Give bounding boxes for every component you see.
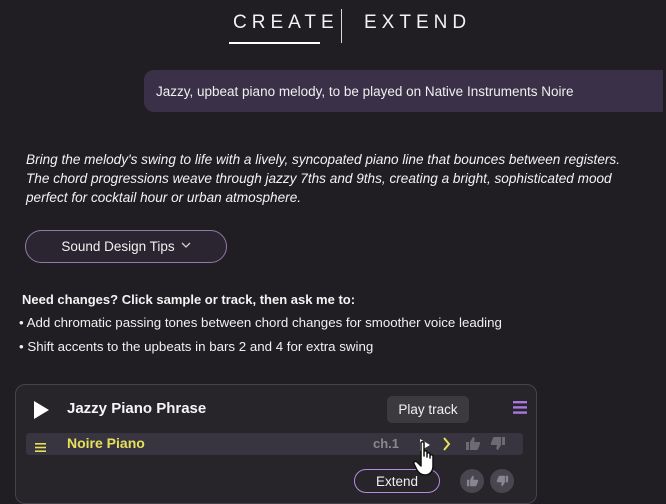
track-menu-icon[interactable] bbox=[513, 401, 527, 419]
play-track-tooltip: Play track bbox=[387, 396, 469, 423]
user-prompt-bubble: Jazzy, upbeat piano melody, to be played… bbox=[144, 70, 663, 112]
track-card[interactable]: Jazzy Piano Phrase Play track Noire Pian… bbox=[15, 384, 537, 504]
mode-tabs: CREATE EXTEND bbox=[0, 0, 666, 50]
track-title: Jazzy Piano Phrase bbox=[67, 400, 207, 417]
hamburger-icon[interactable] bbox=[35, 439, 46, 457]
tab-extend[interactable]: EXTEND bbox=[364, 12, 471, 34]
suggestion-item: • Shift accents to the upbeats in bars 2… bbox=[19, 339, 374, 354]
channel-label: ch.1 bbox=[373, 436, 400, 451]
thumbs-down-icon[interactable] bbox=[490, 436, 506, 456]
user-prompt-text: Jazzy, upbeat piano melody, to be played… bbox=[156, 83, 574, 99]
sound-design-tips-button[interactable]: Sound Design Tips bbox=[25, 230, 227, 263]
tab-create[interactable]: CREATE bbox=[233, 12, 339, 34]
suggestion-item: • Add chromatic passing tones between ch… bbox=[19, 315, 502, 330]
response-description: Bring the melody's swing to life with a … bbox=[26, 152, 620, 205]
chevron-right-icon[interactable] bbox=[442, 437, 451, 456]
active-tab-underline bbox=[229, 42, 320, 44]
chevron-down-icon bbox=[181, 241, 191, 252]
changes-heading: Need changes? Click sample or track, the… bbox=[22, 292, 356, 307]
sound-design-tips-label: Sound Design Tips bbox=[61, 239, 175, 254]
thumbs-up-icon[interactable] bbox=[460, 469, 484, 493]
instrument-name: Noire Piano bbox=[67, 435, 145, 451]
hand-cursor-icon bbox=[413, 440, 441, 483]
thumbs-up-icon[interactable] bbox=[465, 436, 481, 456]
thumbs-down-icon[interactable] bbox=[490, 469, 514, 493]
tab-divider bbox=[341, 9, 342, 43]
tooltip-text: Play track bbox=[398, 402, 458, 417]
extend-button-label: Extend bbox=[375, 473, 419, 489]
play-icon[interactable] bbox=[31, 400, 51, 425]
instrument-row[interactable]: Noire Piano ch.1 bbox=[26, 433, 523, 455]
